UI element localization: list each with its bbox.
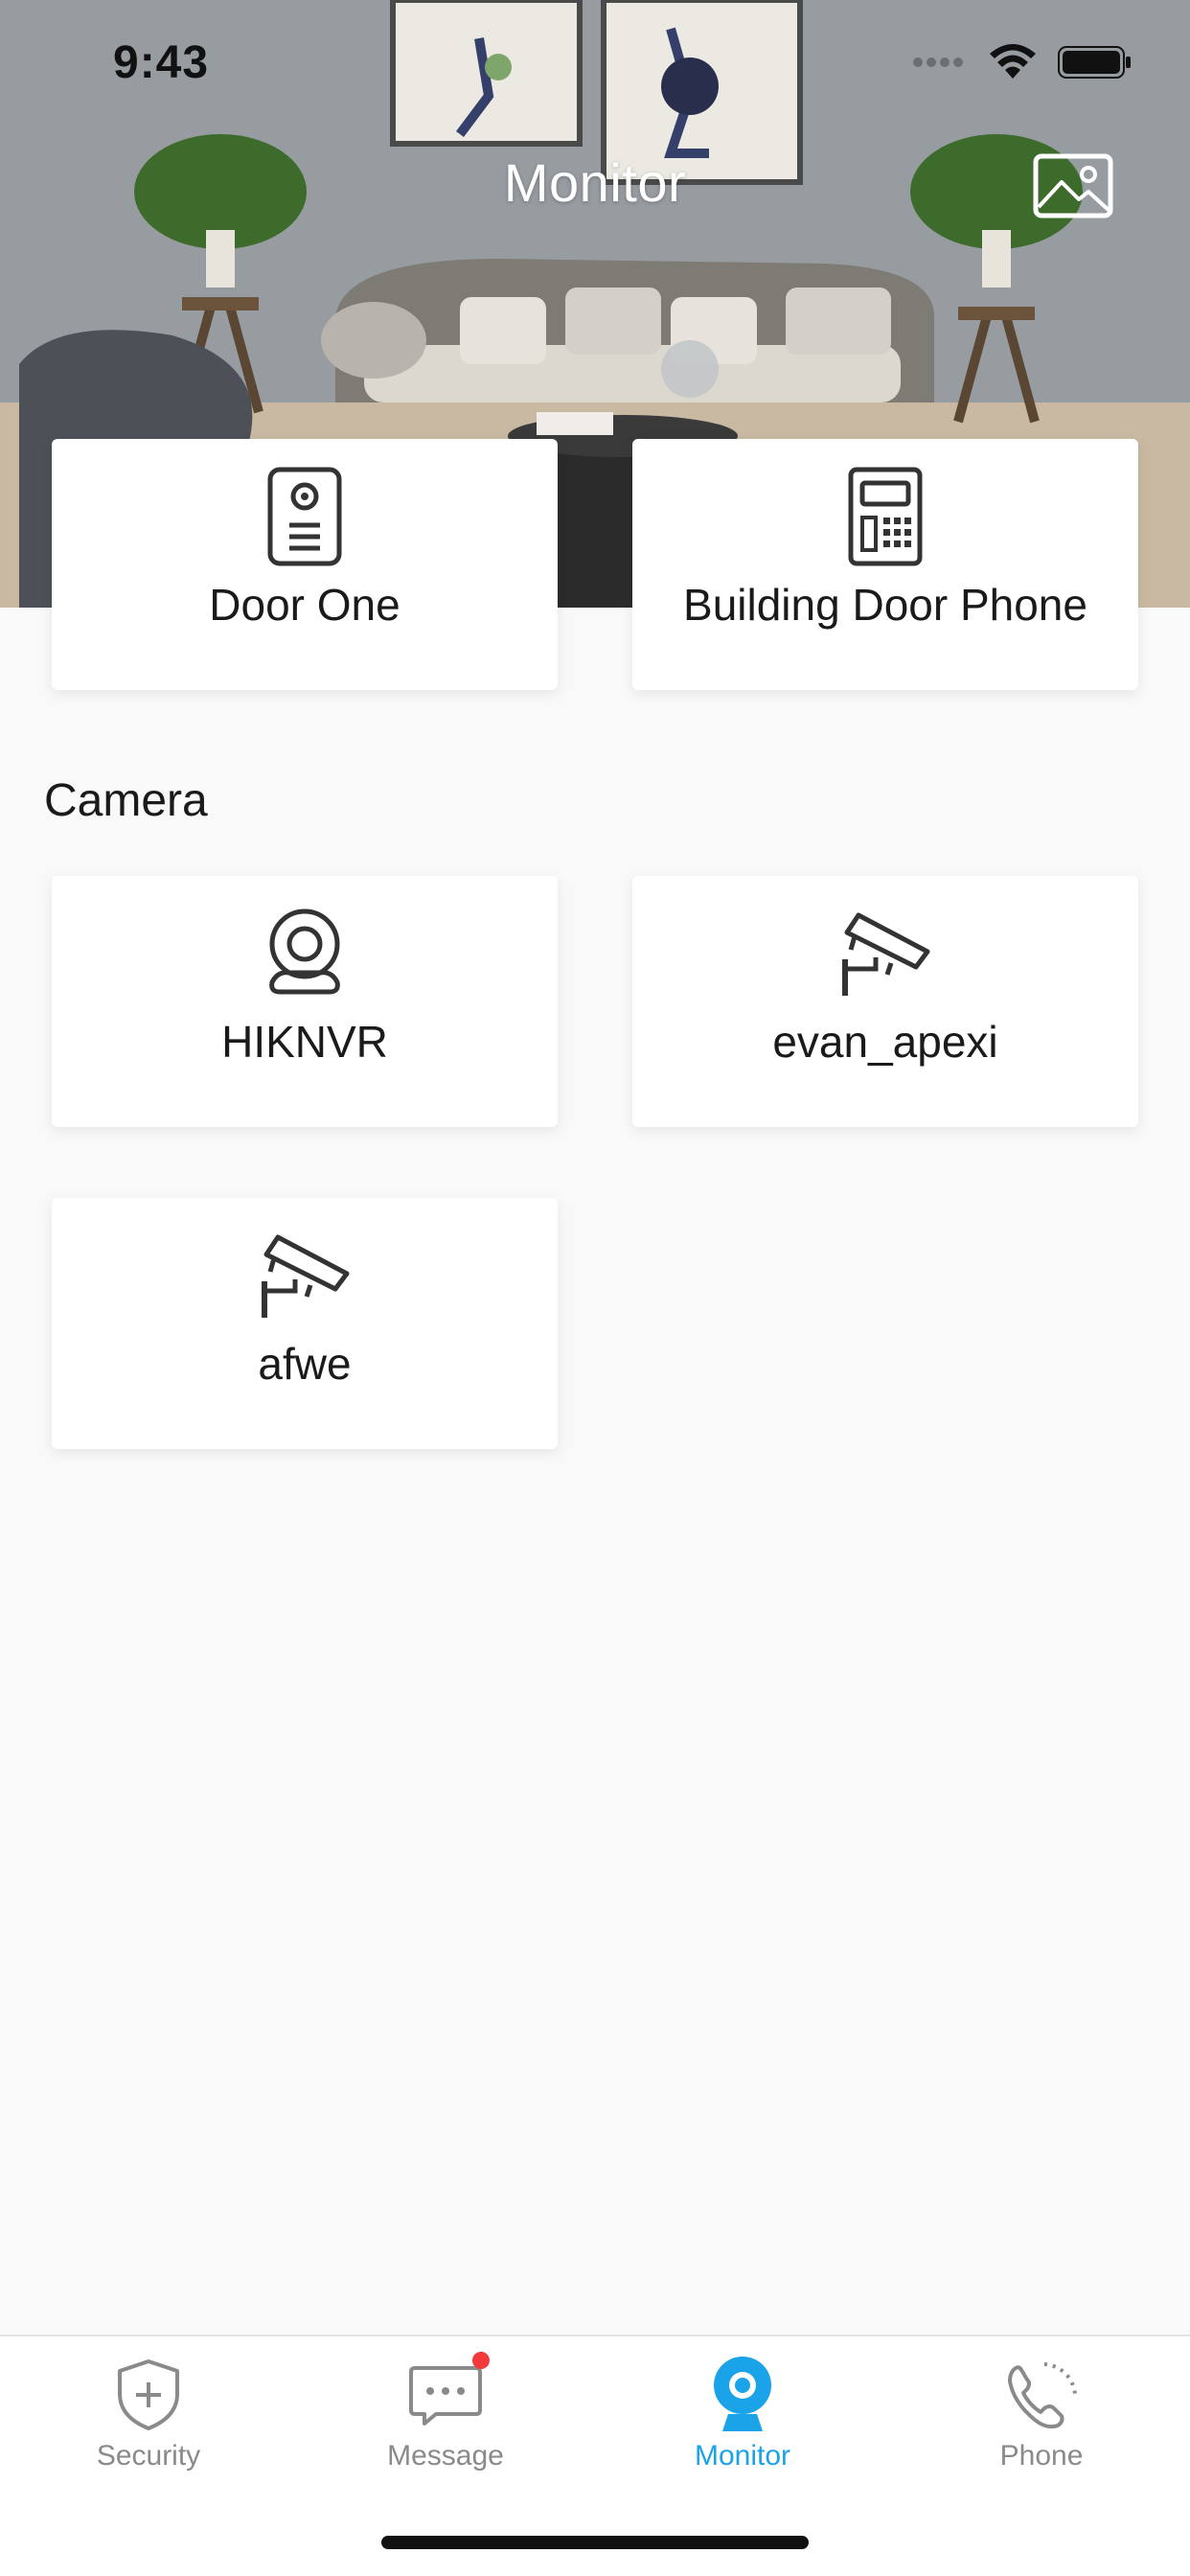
wifi-icon <box>990 44 1036 79</box>
intercom-card-building-door-phone[interactable]: Building Door Phone <box>632 439 1138 690</box>
tab-label: Phone <box>999 2440 1084 2472</box>
battery-icon <box>1058 46 1131 79</box>
camera-card-evan-apexi[interactable]: evan_apexi <box>632 876 1138 1127</box>
camera-card-hiknvr[interactable]: HIKNVR <box>52 876 558 1127</box>
intercom-label: Door One <box>209 580 400 630</box>
intercom-label: Building Door Phone <box>683 580 1087 630</box>
change-background-button[interactable] <box>1033 153 1113 218</box>
signal-icon <box>913 58 963 67</box>
unread-badge <box>472 2352 490 2369</box>
image-icon <box>1033 153 1113 218</box>
status-bar: 9:43 <box>0 0 1190 126</box>
section-title-camera: Camera <box>44 775 208 826</box>
tab-security[interactable]: Security <box>0 2336 297 2490</box>
page-title: Monitor <box>503 152 687 213</box>
status-time: 9:43 <box>113 37 210 88</box>
camera-card-afwe[interactable]: afwe <box>52 1198 558 1449</box>
doorbell-icon <box>266 464 343 569</box>
shield-icon <box>114 2354 183 2436</box>
message-icon <box>407 2352 490 2436</box>
tab-monitor[interactable]: Monitor <box>594 2336 891 2490</box>
cctv-camera-icon <box>837 901 933 1006</box>
tab-label: Monitor <box>694 2440 791 2472</box>
cctv-camera-icon <box>257 1223 353 1328</box>
camera-label: evan_apexi <box>772 1017 998 1067</box>
tab-phone[interactable]: Phone <box>893 2336 1190 2490</box>
phone-icon <box>1002 2354 1081 2436</box>
door-phone-icon <box>847 464 924 569</box>
tab-message[interactable]: Message <box>297 2336 594 2490</box>
camera-label: afwe <box>258 1339 352 1389</box>
intercom-card-door-one[interactable]: Door One <box>52 439 558 690</box>
home-indicator[interactable] <box>381 2536 809 2549</box>
status-icons <box>912 44 1133 80</box>
camera-label: HIKNVR <box>221 1017 388 1067</box>
camera-icon <box>711 2354 774 2436</box>
tab-label: Message <box>387 2440 504 2472</box>
webcam-icon <box>259 901 351 1006</box>
tab-label: Security <box>96 2440 201 2472</box>
